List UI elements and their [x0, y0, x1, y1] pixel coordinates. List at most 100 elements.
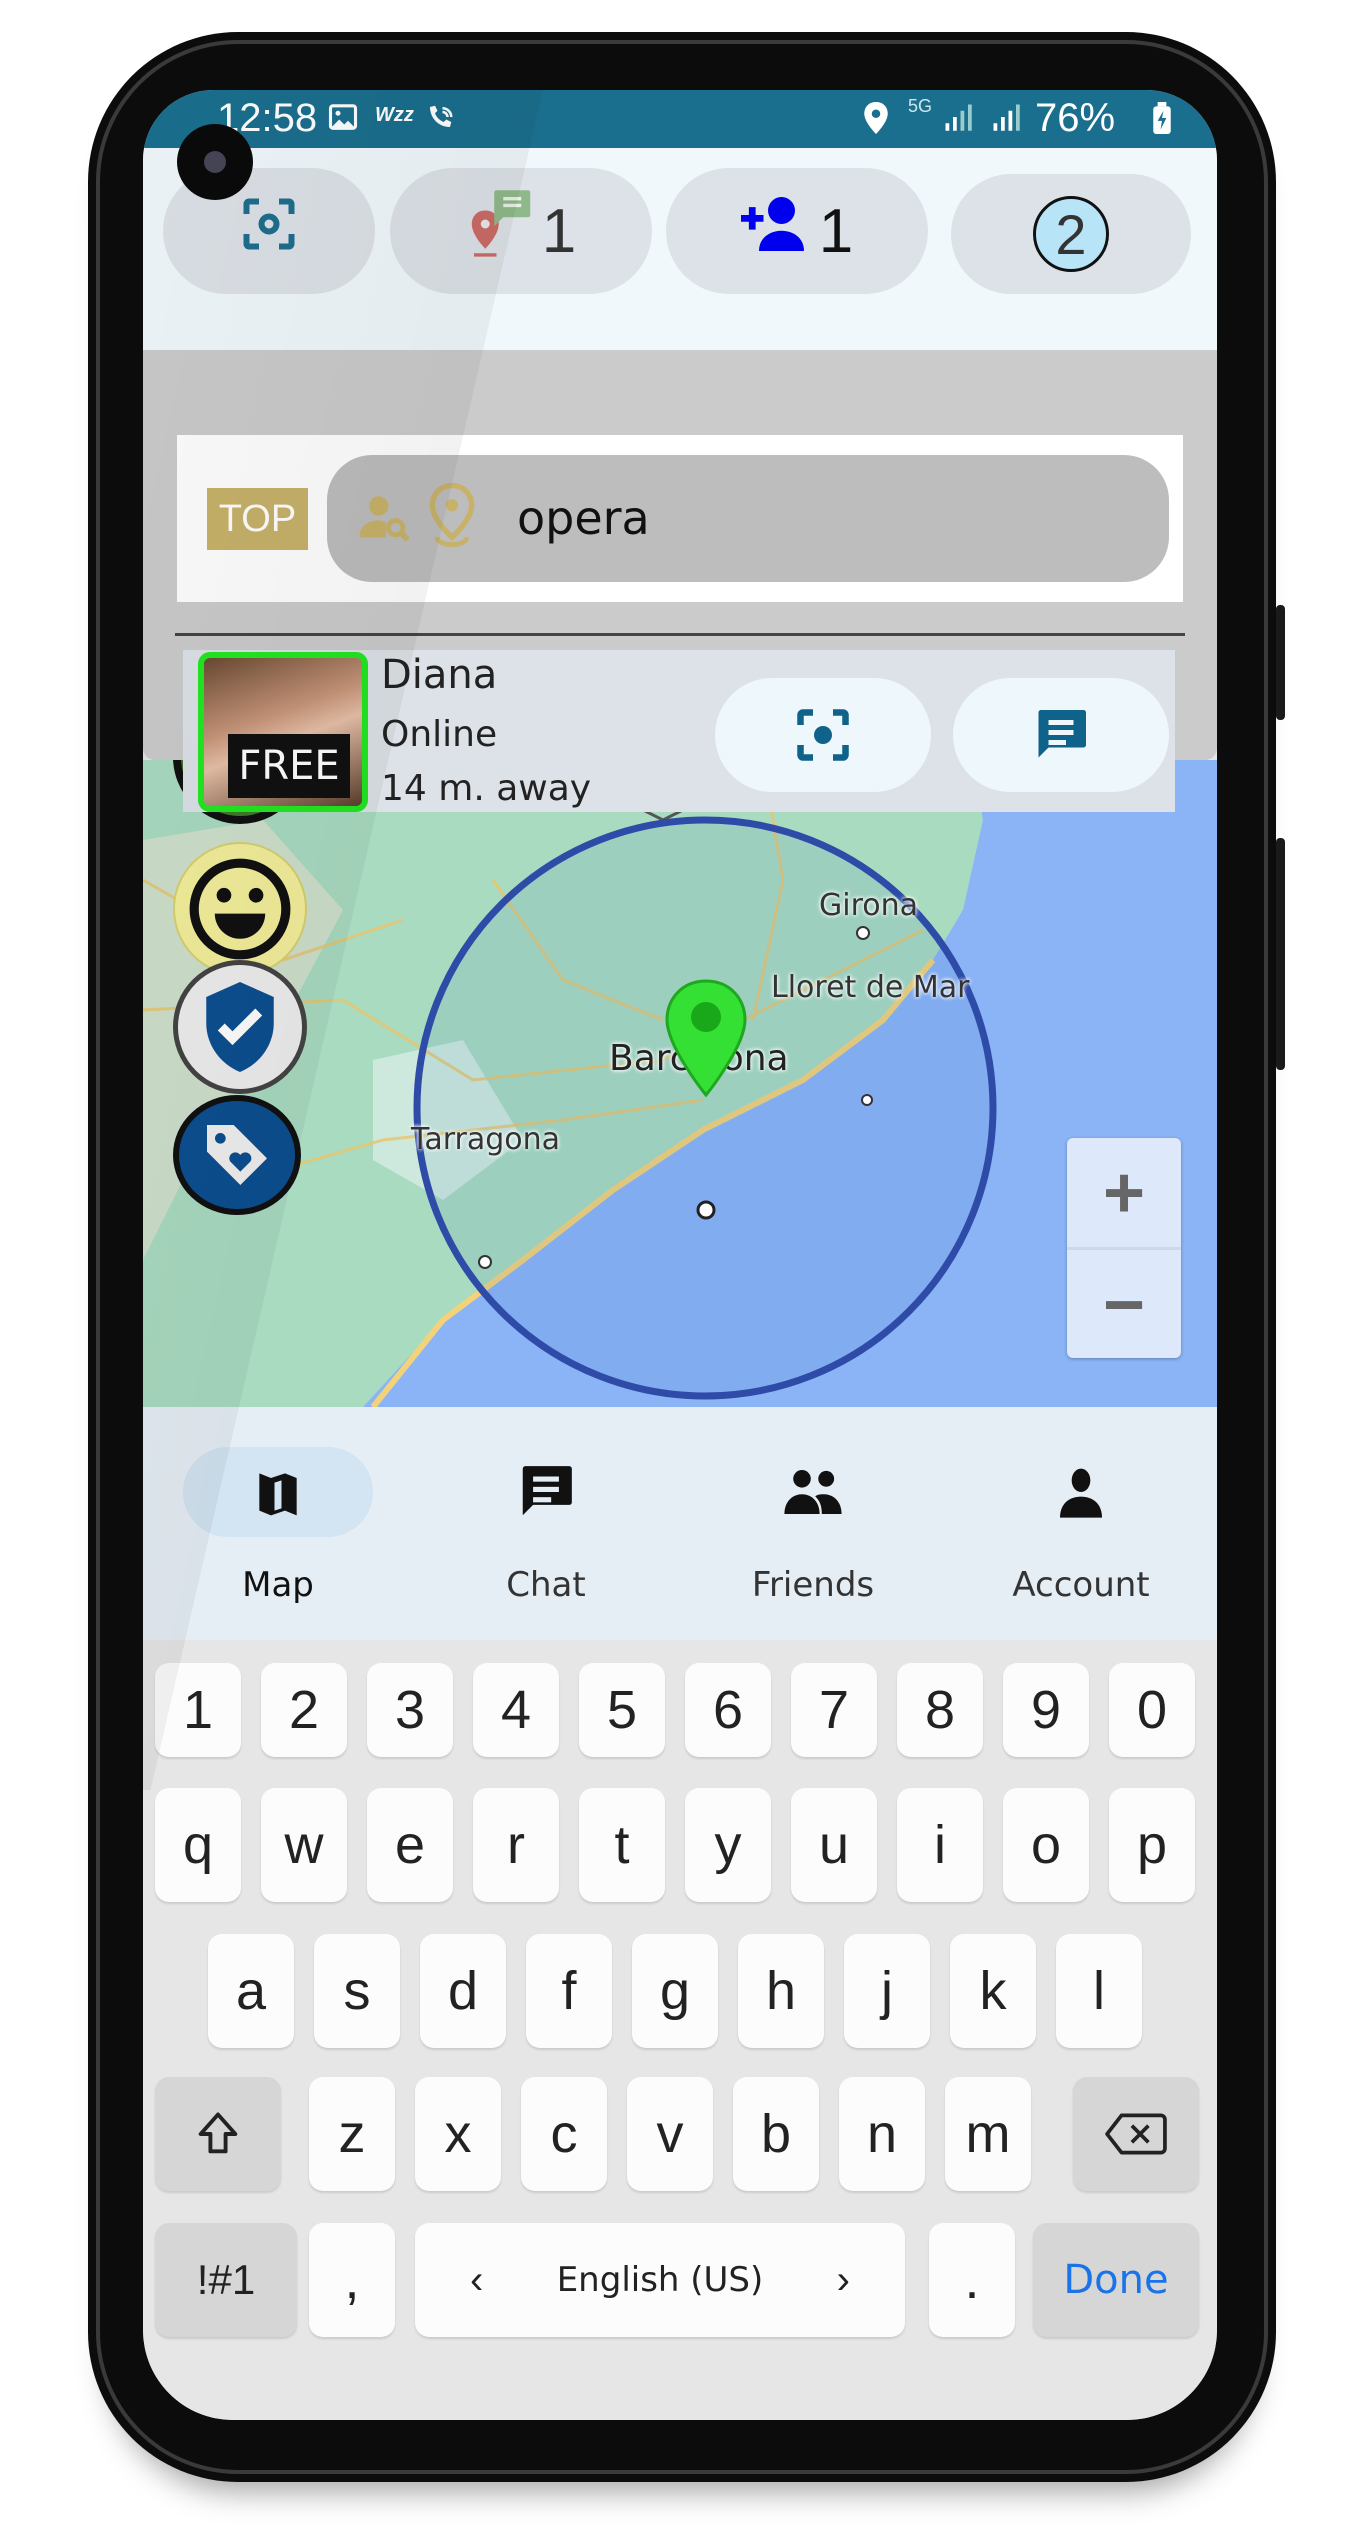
verified-shield-icon[interactable] — [173, 960, 307, 1094]
bottom-navigation: Map Chat Friends Account — [143, 1407, 1217, 1640]
search-input[interactable]: opera — [327, 455, 1169, 582]
chat-icon — [451, 1447, 641, 1537]
account-icon — [986, 1447, 1176, 1537]
notifications-count: 2 — [1055, 202, 1087, 266]
key-o[interactable]: o — [1003, 1788, 1089, 1902]
numbered-circle-icon: 2 — [1033, 196, 1109, 272]
space-key[interactable]: ‹ English (US) › — [415, 2223, 905, 2337]
map-icon — [183, 1447, 373, 1537]
key-4[interactable]: 4 — [473, 1663, 559, 1757]
key-p[interactable]: p — [1109, 1788, 1195, 1902]
top-badge[interactable]: TOP — [207, 488, 308, 550]
key-u[interactable]: u — [791, 1788, 877, 1902]
key-x[interactable]: x — [415, 2077, 501, 2191]
map-view[interactable]: Andorra Girona Lloret de Mar Barcelona T… — [143, 760, 1217, 1407]
result-distance: 14 m. away — [381, 768, 592, 809]
key-k[interactable]: k — [950, 1934, 1036, 2048]
friend-requests-button[interactable]: 1 — [666, 168, 928, 294]
key-h[interactable]: h — [738, 1934, 824, 2048]
search-result-item[interactable]: FREE Diana Online 14 m. away — [183, 650, 1175, 812]
comma-key[interactable]: , — [309, 2223, 395, 2337]
smiley-icon[interactable] — [173, 842, 307, 976]
front-camera — [177, 124, 253, 200]
key-b[interactable]: b — [733, 2077, 819, 2191]
key-9[interactable]: 9 — [1003, 1663, 1089, 1757]
key-y[interactable]: y — [685, 1788, 771, 1902]
period-key[interactable]: . — [929, 2223, 1015, 2337]
shift-key[interactable] — [155, 2077, 281, 2191]
key-a[interactable]: a — [208, 1934, 294, 2048]
key-f[interactable]: f — [526, 1934, 612, 2048]
key-7[interactable]: 7 — [791, 1663, 877, 1757]
signal-icon — [991, 102, 1021, 139]
zoom-in-button[interactable]: + — [1067, 1138, 1181, 1250]
key-e[interactable]: e — [367, 1788, 453, 1902]
next-language-icon: › — [836, 2257, 850, 2302]
nav-item-account[interactable]: Account — [981, 1447, 1181, 1617]
done-key[interactable]: Done — [1033, 2223, 1199, 2337]
key-m[interactable]: m — [945, 2077, 1031, 2191]
key-5[interactable]: 5 — [579, 1663, 665, 1757]
key-6[interactable]: 6 — [685, 1663, 771, 1757]
power-button — [1276, 838, 1285, 1070]
key-z[interactable]: z — [309, 2077, 395, 2191]
key-r[interactable]: r — [473, 1788, 559, 1902]
gallery-icon — [328, 102, 358, 139]
focus-frame-icon — [239, 194, 299, 269]
key-q[interactable]: q — [155, 1788, 241, 1902]
map-label-tarragona: Tarragona — [411, 1122, 561, 1157]
key-v[interactable]: v — [627, 2077, 713, 2191]
map-label-girona: Girona — [819, 888, 919, 923]
avatar[interactable]: FREE — [198, 652, 368, 812]
chat-button[interactable] — [953, 678, 1169, 792]
key-t[interactable]: t — [579, 1788, 665, 1902]
nav-item-map[interactable]: Map — [178, 1447, 378, 1617]
key-s[interactable]: s — [314, 1934, 400, 2048]
locate-button[interactable] — [715, 678, 931, 792]
nav-item-chat[interactable]: Chat — [446, 1447, 646, 1617]
wzz-icon: Wzz — [375, 104, 414, 126]
key-d[interactable]: d — [420, 1934, 506, 2048]
results-divider — [175, 633, 1185, 636]
chat-bubble-icon — [1038, 710, 1086, 758]
key-n[interactable]: n — [839, 2077, 925, 2191]
notifications-button[interactable]: 2 — [951, 174, 1191, 294]
location-messages-count: 1 — [541, 196, 577, 266]
keyboard: 1 2 3 4 5 6 7 8 9 0 q w e r t y u i o p a s d f g h j k l z x c v b n m !#1,… — [143, 1640, 1217, 2420]
key-w[interactable]: w — [261, 1788, 347, 1902]
add-person-icon — [740, 194, 813, 269]
key-8[interactable]: 8 — [897, 1663, 983, 1757]
symbols-key[interactable]: !#1 — [155, 2223, 297, 2337]
battery-charging-icon — [1153, 102, 1171, 141]
search-overlay: TOP opera FREE Diana Online 14 m. away — [143, 350, 1217, 812]
backspace-icon — [1105, 2113, 1167, 2155]
key-i[interactable]: i — [897, 1788, 983, 1902]
key-l[interactable]: l — [1056, 1934, 1142, 2048]
signal-icon — [943, 102, 973, 139]
result-name: Diana — [381, 652, 498, 698]
backspace-key[interactable] — [1073, 2077, 1199, 2191]
favorite-tag-icon[interactable] — [173, 1095, 301, 1215]
battery-percent: 76% — [1035, 96, 1116, 140]
nav-label-chat: Chat — [506, 1565, 586, 1605]
person-search-icon — [357, 489, 415, 552]
location-messages-button[interactable]: 1 — [390, 168, 652, 294]
space-language-label: English (US) — [556, 2260, 764, 2300]
wifi-calling-icon — [423, 102, 457, 139]
user-location-marker[interactable] — [661, 978, 751, 1103]
key-g[interactable]: g — [632, 1934, 718, 2048]
key-1[interactable]: 1 — [155, 1663, 241, 1757]
key-3[interactable]: 3 — [367, 1663, 453, 1757]
key-c[interactable]: c — [521, 2077, 607, 2191]
5g-icon: 5G — [908, 96, 933, 116]
zoom-controls: + − — [1067, 1138, 1181, 1358]
nav-label-friends: Friends — [751, 1565, 875, 1605]
status-bar: 12:58 Wzz 5G 76% — [143, 90, 1217, 148]
key-0[interactable]: 0 — [1109, 1663, 1195, 1757]
location-icon — [863, 102, 889, 141]
zoom-out-button[interactable]: − — [1067, 1250, 1181, 1359]
key-2[interactable]: 2 — [261, 1663, 347, 1757]
map-label-lloret-de-mar: Lloret de Mar — [771, 970, 970, 1005]
nav-item-friends[interactable]: Friends — [713, 1447, 913, 1617]
key-j[interactable]: j — [844, 1934, 930, 2048]
